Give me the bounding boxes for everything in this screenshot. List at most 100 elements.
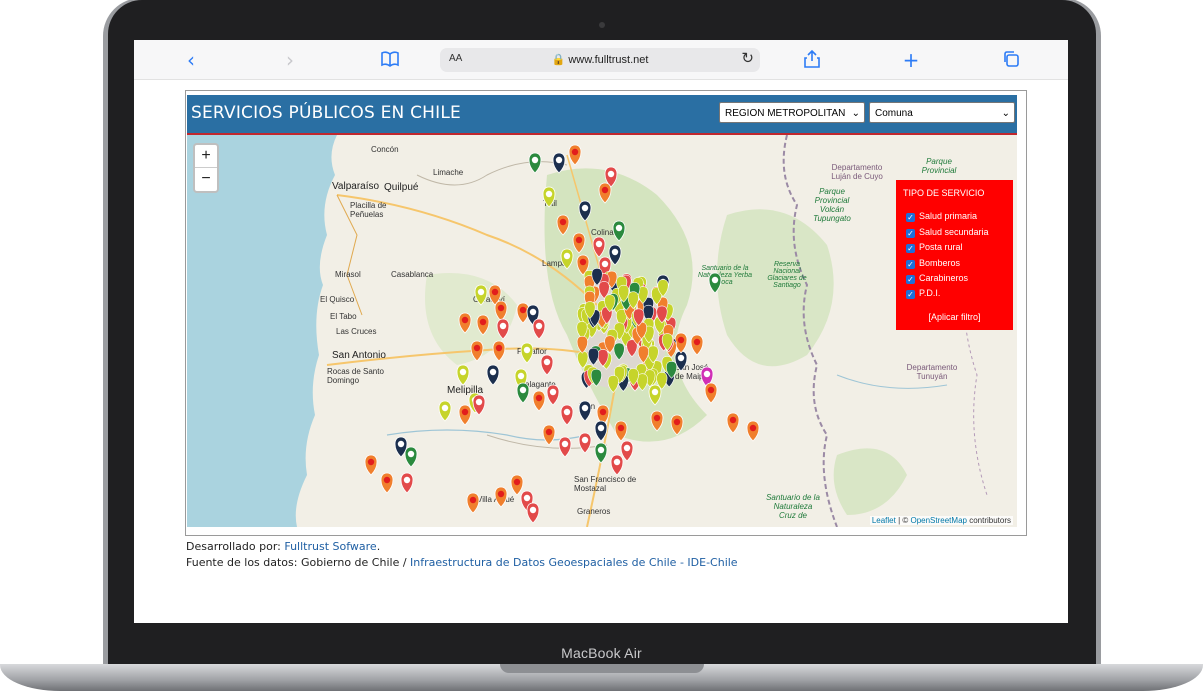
map-marker-bomberos[interactable] — [746, 420, 760, 442]
map-marker-posta[interactable] — [560, 248, 574, 270]
filter-option-posta-rural[interactable]: ✓ Posta rural — [906, 241, 963, 253]
map-marker-bomberos[interactable] — [364, 454, 378, 476]
map-marker-bomberos[interactable] — [494, 300, 508, 322]
developer-link[interactable]: Fulltrust Sofware — [284, 540, 376, 553]
map-marker-bomberos[interactable] — [542, 424, 556, 446]
page-header: SERVICIOS PÚBLICOS EN CHILE REGION METRO… — [187, 95, 1017, 135]
map-marker-pdi[interactable] — [594, 420, 608, 442]
map-marker-pdi[interactable] — [552, 152, 566, 174]
filter-option-carabineros[interactable]: ✓ Carabineros — [906, 272, 968, 284]
zoom-in-button[interactable]: + — [195, 145, 217, 168]
map-marker-carabineros[interactable] — [612, 220, 626, 242]
leaflet-link[interactable]: Leaflet — [872, 516, 896, 525]
map-marker-posta[interactable] — [474, 284, 488, 306]
checkbox-checked-icon[interactable]: ✓ — [906, 290, 915, 299]
checkbox-checked-icon[interactable]: ✓ — [906, 213, 915, 222]
new-tab-icon[interactable]: + — [900, 49, 922, 71]
tabs-icon[interactable] — [1000, 50, 1022, 72]
map-marker-posta[interactable] — [456, 364, 470, 386]
map-marker-bomberos[interactable] — [476, 314, 490, 336]
map-marker-bomberos[interactable] — [510, 474, 524, 496]
map-marker-bomberos[interactable] — [670, 414, 684, 436]
address-bar[interactable]: AA 🔒 www.fulltrust.net ↻ — [440, 48, 760, 72]
filter-option-label: Salud primaria — [919, 211, 978, 221]
map-attribution: Leaflet | © OpenStreetMap contributors — [869, 516, 1013, 525]
apply-filter-link[interactable]: [Aplicar filtro] — [896, 312, 1013, 322]
share-icon[interactable] — [801, 49, 823, 71]
map-marker-salud[interactable] — [532, 318, 546, 340]
map-marker-salud[interactable] — [546, 384, 560, 406]
filter-option-salud-primaria[interactable]: ✓ Salud primaria — [906, 210, 977, 222]
map-marker-carabineros[interactable] — [528, 152, 542, 174]
map-marker-salud[interactable] — [540, 354, 554, 376]
map-marker-carabineros[interactable] — [708, 272, 722, 294]
map-marker-pdi[interactable] — [486, 364, 500, 386]
map-marker-bomberos[interactable] — [598, 182, 612, 204]
map-marker-salud[interactable] — [610, 454, 624, 476]
map-marker-carabineros[interactable] — [594, 442, 608, 464]
map-marker-salud[interactable] — [558, 436, 572, 458]
map-marker-bomberos[interactable] — [380, 472, 394, 494]
map-marker-bomberos[interactable] — [556, 214, 570, 236]
url-text: 🔒 www.fulltrust.net — [440, 53, 760, 66]
map-marker-posta[interactable] — [520, 342, 534, 364]
region-select-value: REGION METROPOLITAN — [725, 108, 846, 119]
map-marker-bomberos[interactable] — [704, 382, 718, 404]
map-marker-posta[interactable] — [438, 400, 452, 422]
map-marker-bomberos[interactable] — [690, 334, 704, 356]
map-marker-carabineros[interactable] — [404, 446, 418, 468]
map-marker-posta[interactable] — [542, 186, 556, 208]
map-marker-salud[interactable] — [620, 440, 634, 462]
checkbox-checked-icon[interactable]: ✓ — [906, 275, 915, 284]
map-marker-salud[interactable] — [400, 472, 414, 494]
map-marker-salud[interactable] — [496, 318, 510, 340]
map-marker-bomberos[interactable] — [614, 420, 628, 442]
back-icon[interactable]: ‹ — [180, 49, 202, 71]
map-marker-bomberos[interactable] — [458, 312, 472, 334]
map-marker-salud[interactable] — [526, 502, 540, 524]
region-select[interactable]: REGION METROPOLITAN ⌄ — [719, 102, 865, 123]
filter-option-salud-secundaria[interactable]: ✓ Salud secundaria — [906, 226, 989, 238]
checkbox-checked-icon[interactable]: ✓ — [906, 260, 915, 269]
filter-option-bomberos[interactable]: ✓ Bomberos — [906, 257, 960, 269]
reload-icon[interactable]: ↻ — [741, 49, 754, 67]
osm-link[interactable]: OpenStreetMap — [910, 516, 966, 525]
map-marker-bomberos[interactable] — [650, 410, 664, 432]
map-marker-bomberos[interactable] — [494, 486, 508, 508]
filter-option-label: Bomberos — [919, 258, 961, 268]
map-marker-bomberos[interactable] — [568, 144, 582, 166]
source-link[interactable]: Infraestructura de Datos Geoespaciales d… — [410, 556, 738, 569]
forward-icon[interactable]: › — [279, 49, 301, 71]
santiago-marker-cluster[interactable] — [576, 268, 678, 393]
zoom-out-button[interactable]: − — [195, 168, 217, 190]
map-marker-bomberos[interactable] — [674, 332, 688, 354]
bookmarks-icon[interactable] — [379, 50, 401, 72]
laptop-notch — [500, 664, 704, 673]
map-marker-salud[interactable] — [560, 404, 574, 426]
filter-option-label: Posta rural — [919, 242, 963, 252]
map-marker-bomberos[interactable] — [572, 232, 586, 254]
filter-option-label: Carabineros — [919, 273, 969, 283]
filter-title: TIPO DE SERVICIO — [903, 188, 985, 198]
map-marker-salud[interactable] — [592, 236, 606, 258]
comuna-select[interactable]: Comuna ⌄ — [869, 102, 1015, 123]
source-prefix: Fuente de los datos: Gobierno de Chile / — [186, 556, 411, 569]
map-marker-bomberos[interactable] — [466, 492, 480, 514]
map-marker-salud[interactable] — [578, 432, 592, 454]
map-view[interactable]: Concón Valparaíso Quilpué Limache Placil… — [187, 135, 1017, 527]
checkbox-checked-icon[interactable]: ✓ — [906, 244, 915, 253]
checkbox-checked-icon[interactable]: ✓ — [906, 229, 915, 238]
map-marker-bomberos[interactable] — [726, 412, 740, 434]
filter-option-pdi[interactable]: ✓ P.D.I. — [906, 287, 940, 299]
screen: ‹ › AA 🔒 www.fulltrust.net ↻ + SERVICIOS… — [134, 40, 1068, 623]
map-marker-carabineros[interactable] — [516, 382, 530, 404]
map-marker-posta[interactable] — [648, 384, 662, 406]
map-marker-bomberos[interactable] — [492, 340, 506, 362]
map-marker-bomberos[interactable] — [458, 404, 472, 426]
zoom-control: + − — [193, 143, 219, 193]
map-marker-pdi[interactable] — [578, 400, 592, 422]
map-marker-pdi[interactable] — [578, 200, 592, 222]
map-marker-bomberos[interactable] — [470, 340, 484, 362]
lock-icon: 🔒 — [551, 54, 566, 66]
map-marker-bomberos[interactable] — [532, 390, 546, 412]
